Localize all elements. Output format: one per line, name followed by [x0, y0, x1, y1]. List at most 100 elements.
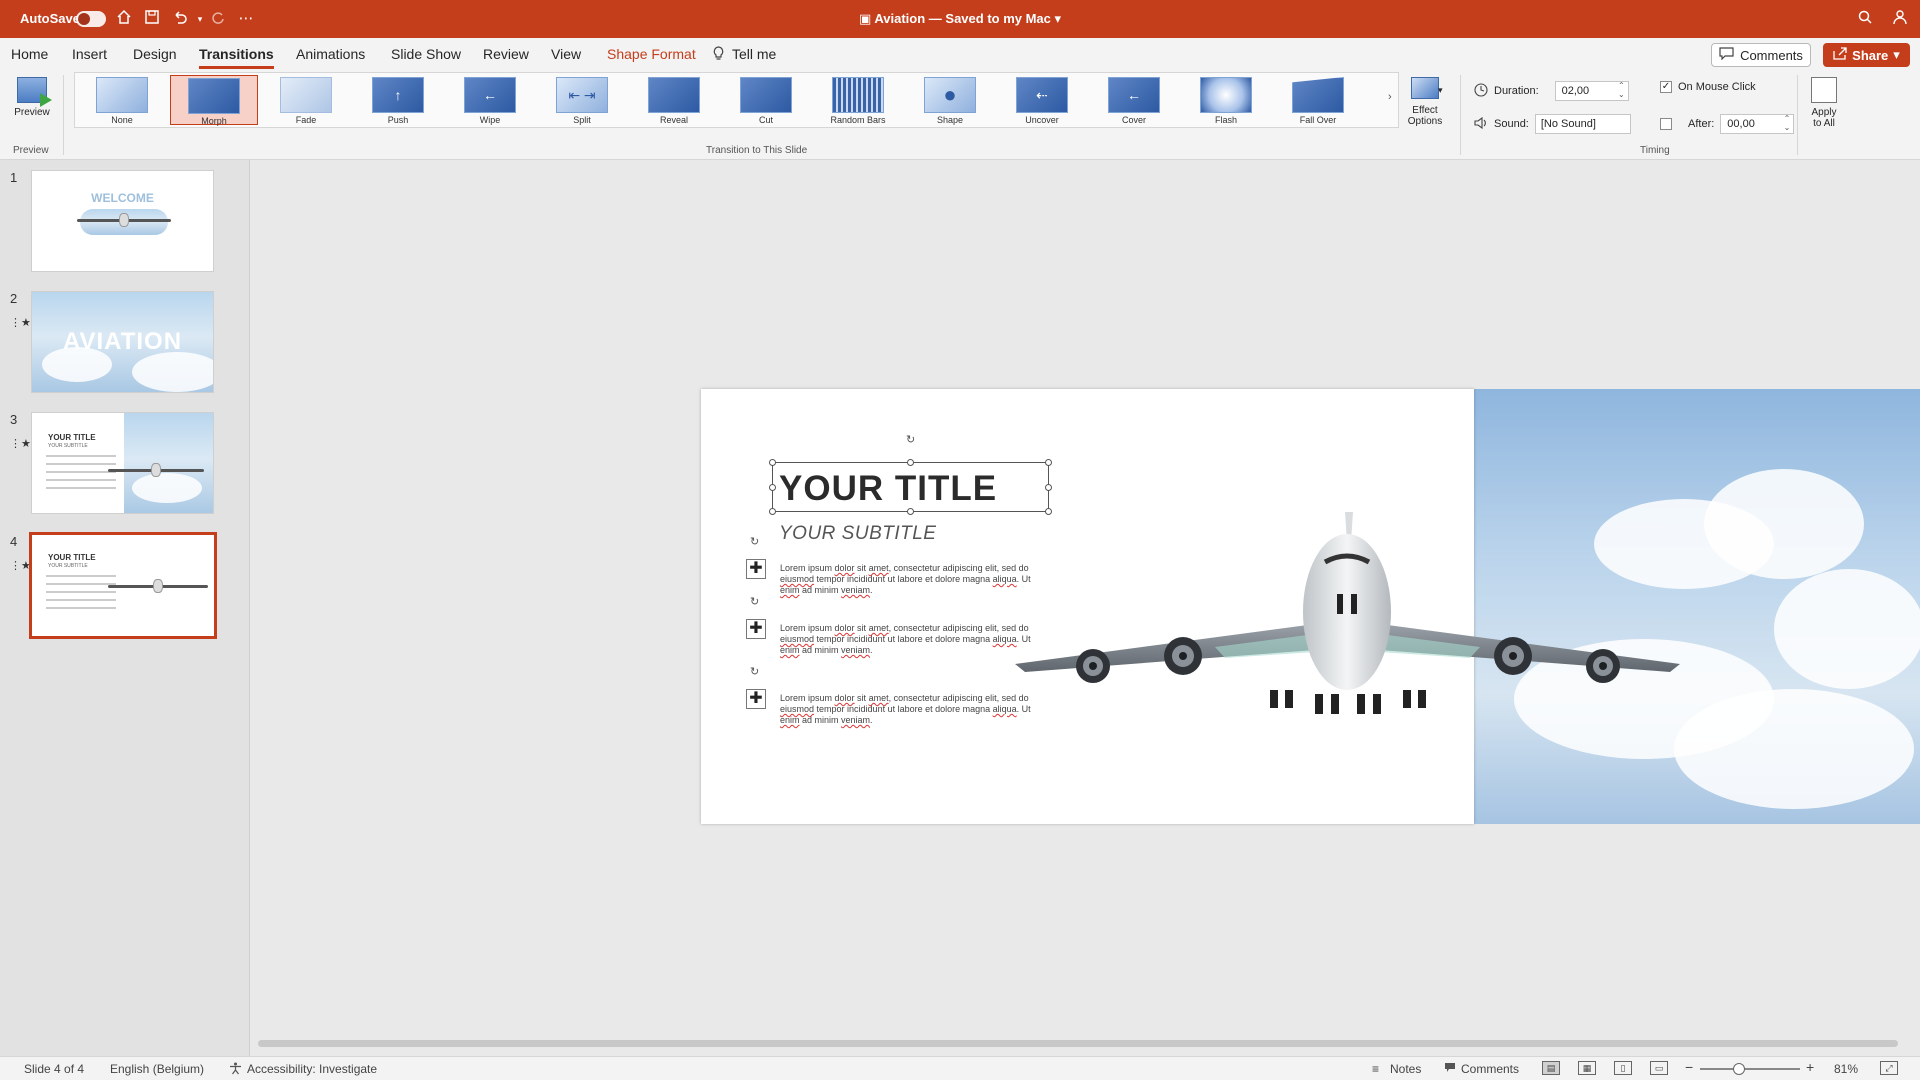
apply-to-all-button[interactable]: Apply to All	[1802, 77, 1846, 129]
transition-cut[interactable]: Cut	[722, 75, 810, 125]
transition-split[interactable]: ⇤ ⇥ Split	[538, 75, 626, 125]
slide-sorter-view-icon[interactable]: ▦	[1578, 1061, 1596, 1075]
gallery-scroll-right-icon[interactable]: ›	[1388, 91, 1392, 103]
transition-push-thumb: ↑	[372, 77, 424, 113]
zoom-slider-knob[interactable]	[1733, 1063, 1745, 1075]
normal-view-icon[interactable]: ▤	[1542, 1061, 1560, 1075]
status-bar: Slide 4 of 4 English (Belgium) Accessibi…	[0, 1056, 1920, 1080]
redo-icon[interactable]	[208, 9, 228, 29]
slide-thumbnail-3[interactable]: YOUR TITLE YOUR SUBTITLE	[31, 412, 214, 514]
zoom-level[interactable]: 81%	[1834, 1062, 1858, 1076]
tab-shape-format[interactable]: Shape Format	[607, 46, 696, 62]
transition-push[interactable]: ↑ Push	[354, 75, 442, 125]
zoom-slider-track[interactable]	[1700, 1068, 1800, 1070]
preview-button[interactable]: Preview	[10, 77, 54, 118]
notes-icon: ≡	[1372, 1062, 1380, 1076]
transition-fade[interactable]: Fade	[262, 75, 350, 125]
save-icon[interactable]	[142, 9, 162, 29]
plus-icon[interactable]: ✚	[746, 559, 766, 579]
after-checkbox[interactable]	[1660, 118, 1672, 130]
document-icon: ▣	[858, 11, 872, 26]
rotate-handle-icon[interactable]: ↻	[750, 665, 759, 678]
horizontal-scrollbar[interactable]	[258, 1040, 1898, 1047]
tell-me-search[interactable]: Tell me	[732, 46, 776, 62]
undo-icon[interactable]	[170, 9, 190, 29]
transition-shape[interactable]: ● Shape	[906, 75, 994, 125]
tab-home[interactable]: Home	[11, 46, 48, 62]
tab-review[interactable]: Review	[483, 46, 529, 62]
rotate-handle-icon[interactable]: ↻	[750, 535, 759, 548]
slide-thumbnail-4[interactable]: YOUR TITLE YOUR SUBTITLE	[29, 532, 217, 639]
notes-button[interactable]: Notes	[1390, 1062, 1421, 1076]
transition-none-thumb	[96, 77, 148, 113]
language-indicator[interactable]: English (Belgium)	[110, 1062, 204, 1076]
slideshow-view-icon[interactable]: ▭	[1650, 1061, 1668, 1075]
slide-thumbnail-2[interactable]: AVIATION	[31, 291, 214, 393]
transition-wipe-thumb: ←	[464, 77, 516, 113]
sound-select[interactable]: [No Sound]	[1534, 114, 1631, 134]
after-input[interactable]: 00,00	[1720, 114, 1795, 134]
chevron-down-icon[interactable]: ▾	[1438, 85, 1443, 96]
transition-cover[interactable]: ← Cover	[1090, 75, 1178, 125]
after-label: After:	[1688, 118, 1715, 130]
autosave-toggle[interactable]	[76, 11, 106, 27]
slide-number: 1	[10, 170, 18, 185]
rotate-handle-icon[interactable]: ↻	[750, 595, 759, 608]
chevron-down-icon[interactable]: ▾	[190, 9, 210, 29]
account-icon[interactable]	[1890, 9, 1910, 29]
zoom-out-icon[interactable]: −	[1685, 1059, 1693, 1075]
accessibility-status[interactable]: Accessibility: Investigate	[247, 1062, 377, 1076]
resize-handle[interactable]	[769, 459, 776, 466]
body-text-2[interactable]: Lorem ipsum dolor sit amet, consectetur …	[780, 623, 1045, 656]
transition-random-bars[interactable]: Random Bars	[814, 75, 902, 125]
on-mouse-click-checkbox[interactable]: ✓	[1660, 81, 1672, 93]
comments-pane-button[interactable]: Comments	[1461, 1062, 1519, 1076]
plus-icon[interactable]: ✚	[746, 689, 766, 709]
document-title[interactable]: Aviation — Saved to my Mac	[874, 11, 1051, 26]
transition-reveal[interactable]: Reveal	[630, 75, 718, 125]
home-icon[interactable]	[114, 9, 134, 29]
chevron-down-icon[interactable]: ▾	[1055, 11, 1062, 26]
transition-fall-over[interactable]: Fall Over	[1274, 75, 1362, 125]
plus-icon[interactable]: ✚	[746, 619, 766, 639]
transition-morph[interactable]: Morph	[170, 75, 258, 126]
speaker-icon	[1474, 116, 1488, 133]
slide-title[interactable]: YOUR TITLE	[779, 469, 997, 509]
transition-uncover[interactable]: ⇠ Uncover	[998, 75, 1086, 125]
tab-view[interactable]: View	[551, 46, 581, 62]
transition-wipe[interactable]: ← Wipe	[446, 75, 534, 125]
search-icon[interactable]	[1855, 9, 1875, 29]
divider	[1797, 75, 1798, 155]
transition-none[interactable]: None	[78, 75, 166, 125]
tab-animations[interactable]: Animations	[296, 46, 365, 62]
animation-star-icon: ⋮★	[10, 317, 31, 329]
transition-flash[interactable]: Flash	[1182, 75, 1270, 125]
resize-handle[interactable]	[907, 459, 914, 466]
divider	[63, 75, 64, 155]
tab-transitions[interactable]: Transitions	[199, 46, 274, 69]
rotate-handle-icon[interactable]: ↻	[906, 433, 915, 446]
on-mouse-click-label: On Mouse Click	[1678, 81, 1756, 93]
tab-insert[interactable]: Insert	[72, 46, 107, 62]
tab-slide-show[interactable]: Slide Show	[391, 46, 461, 62]
more-icon[interactable]: ⋯	[236, 9, 256, 29]
resize-handle[interactable]	[1045, 459, 1052, 466]
slide-thumbnail-1[interactable]: WELCOME	[31, 170, 214, 272]
body-text-3[interactable]: Lorem ipsum dolor sit amet, consectetur …	[780, 693, 1045, 726]
resize-handle[interactable]	[907, 508, 914, 515]
slide-subtitle[interactable]: YOUR SUBTITLE	[779, 523, 936, 545]
body-text-1[interactable]: Lorem ipsum dolor sit amet, consectetur …	[780, 563, 1045, 596]
resize-handle[interactable]	[769, 508, 776, 515]
slide-thumbnails-panel: 1 WELCOME 2 ⋮★ AVIATION 3 ⋮★ YOUR TITLE …	[0, 160, 250, 1056]
fit-to-window-icon[interactable]: ⤢	[1880, 1061, 1898, 1075]
resize-handle[interactable]	[769, 484, 776, 491]
airplane-image[interactable]	[1015, 512, 1680, 717]
preview-label: Preview	[14, 107, 50, 118]
share-button[interactable]: Share ▾	[1823, 43, 1910, 67]
reading-view-icon[interactable]: ▯	[1614, 1061, 1632, 1075]
resize-handle[interactable]	[1045, 484, 1052, 491]
tab-design[interactable]: Design	[133, 46, 177, 62]
comments-button[interactable]: Comments	[1711, 43, 1811, 67]
duration-input[interactable]: 02,00	[1554, 81, 1629, 101]
zoom-in-icon[interactable]: +	[1806, 1059, 1814, 1075]
